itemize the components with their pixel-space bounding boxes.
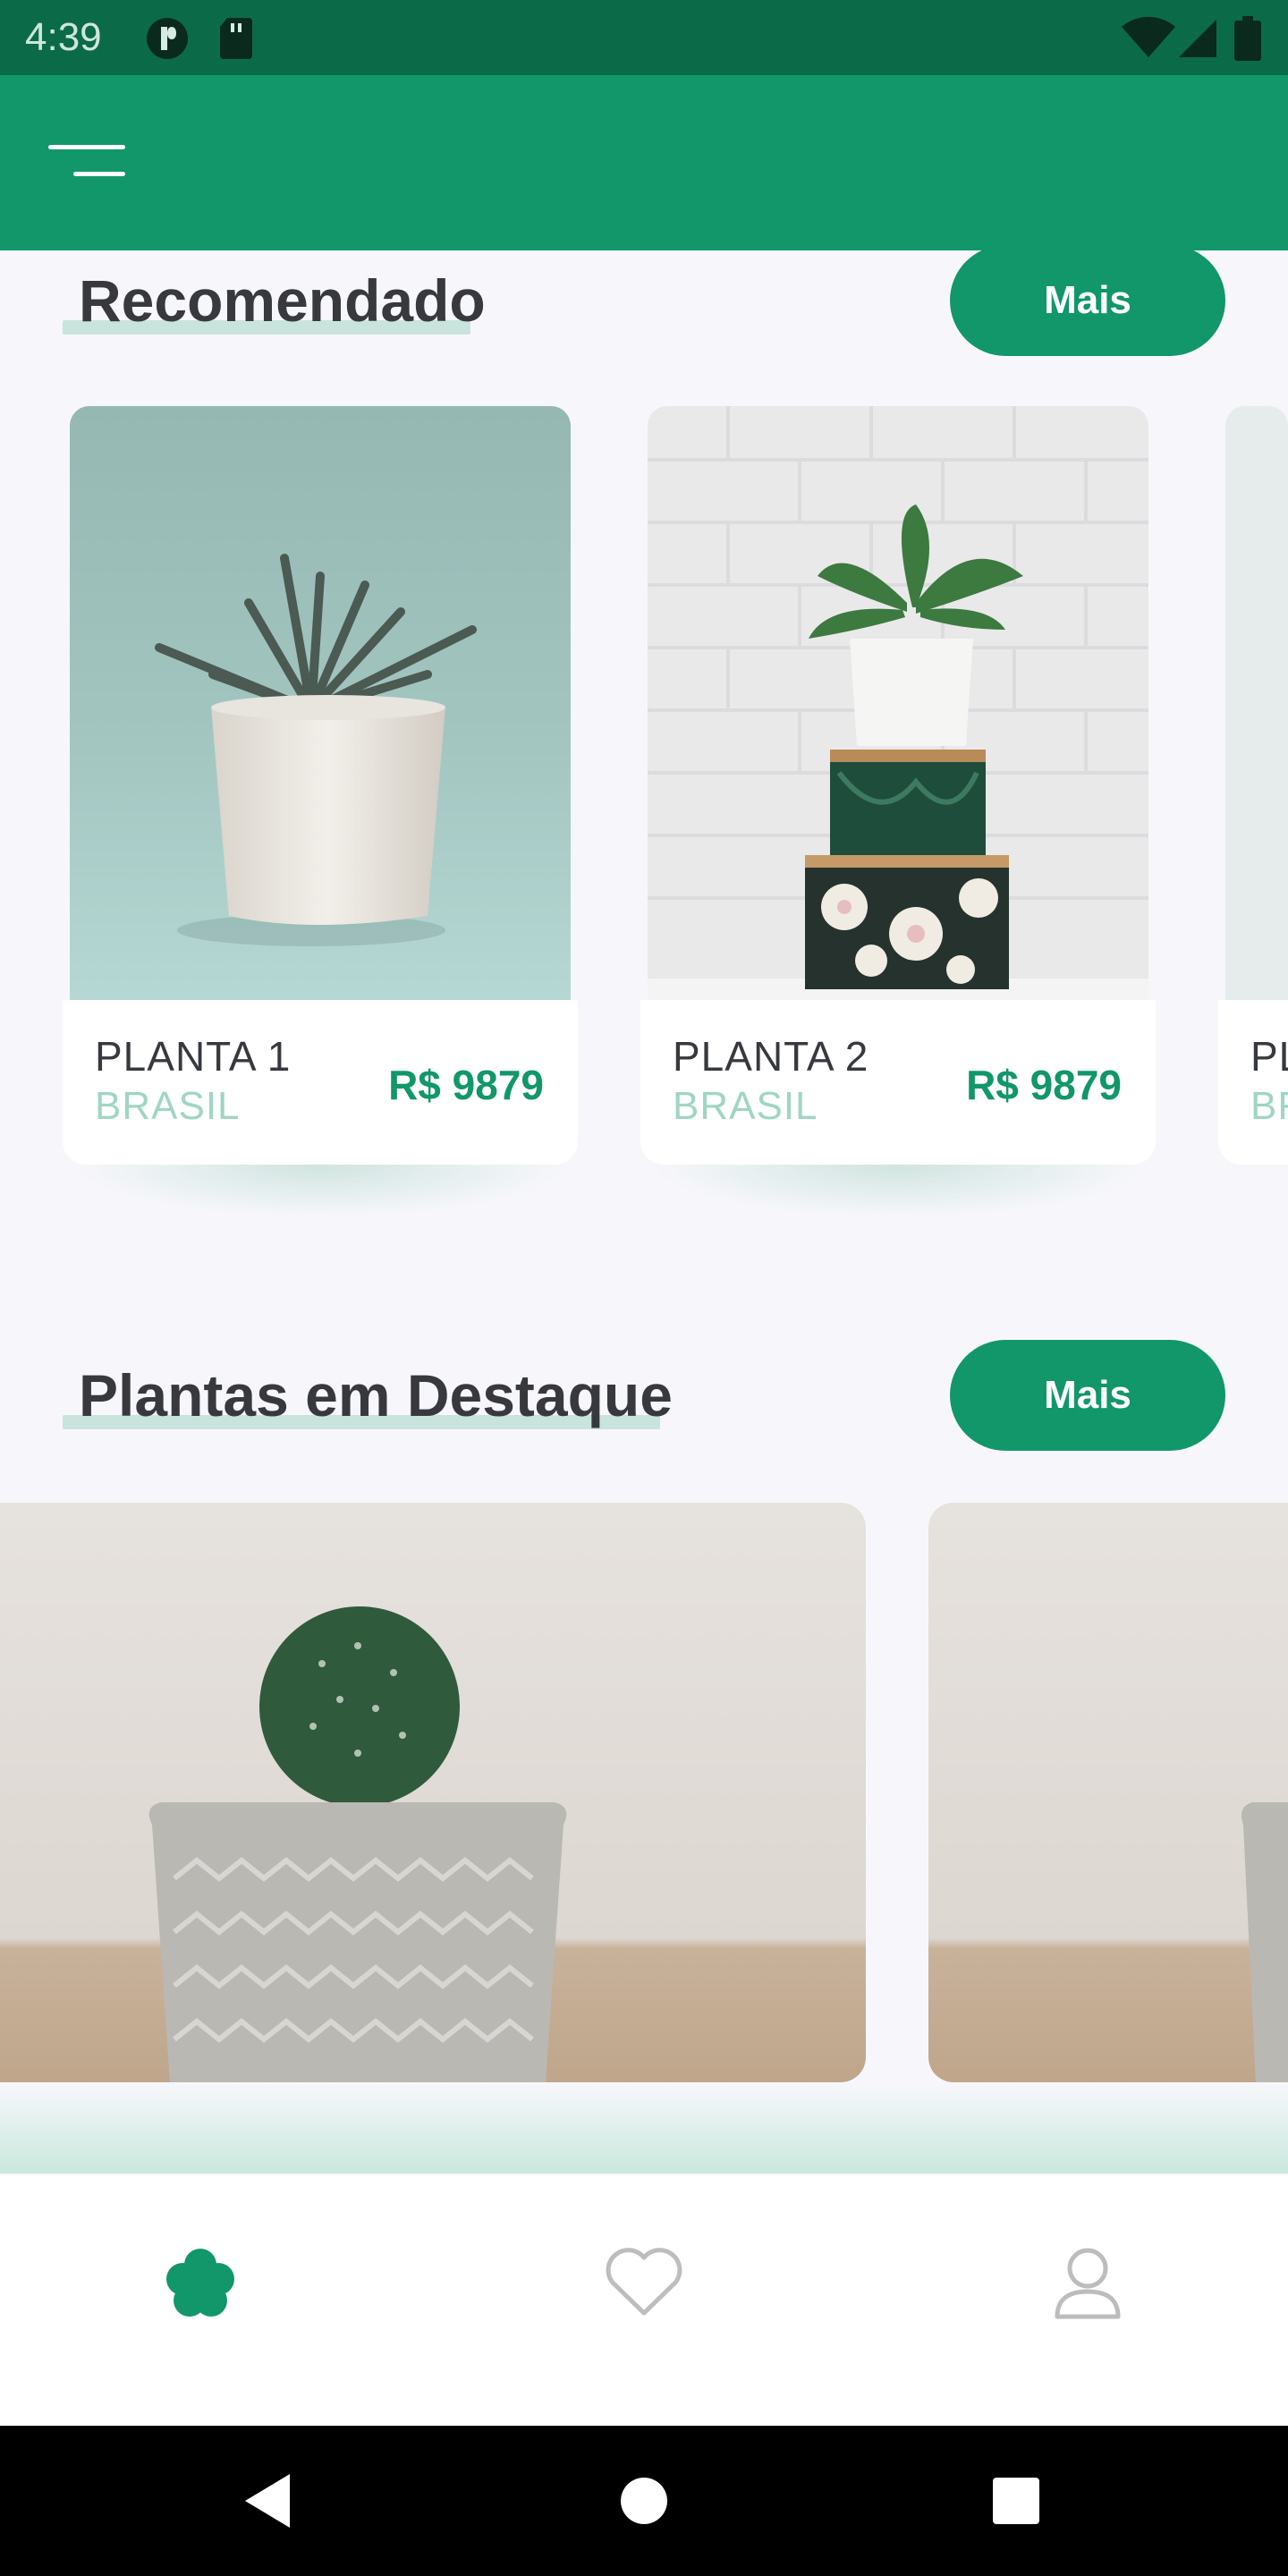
wifi-icon [1120, 16, 1177, 64]
sd-card-icon [218, 16, 254, 64]
heart-icon [606, 2248, 682, 2316]
featured-more-button[interactable]: Mais [950, 1340, 1225, 1451]
featured-image-2 [928, 1503, 1288, 2082]
nav-home[interactable] [147, 2229, 254, 2336]
recommended-title: Recomendado [79, 267, 486, 334]
product-card-1[interactable]: PLANTA 1 BRASIL R$ 9879 [63, 406, 578, 1218]
cell-signal-icon [1177, 16, 1218, 64]
menu-button[interactable] [36, 131, 143, 202]
featured-image-1 [0, 1503, 866, 2082]
app-bar [0, 75, 1288, 250]
featured-card-2[interactable] [928, 1503, 1288, 2082]
product-image-2 [648, 406, 1148, 1000]
nav-favorites[interactable] [590, 2229, 698, 2336]
product-country: BR [1250, 1084, 1288, 1128]
product-info-2: PLANTA 2 BRASIL R$ 9879 [640, 1000, 1156, 1165]
flower-icon [166, 2249, 234, 2317]
product-country: BRASIL [95, 1084, 241, 1128]
bottom-glow [0, 2084, 1288, 2174]
product-price: R$ 9879 [388, 1062, 544, 1108]
product-image-1 [70, 406, 571, 1000]
product-info-1: PLANTA 1 BRASIL R$ 9879 [63, 1000, 578, 1165]
status-time: 4:39 [25, 15, 102, 59]
home-button[interactable] [612, 2469, 676, 2533]
recents-button[interactable] [984, 2469, 1048, 2533]
back-icon [245, 2474, 290, 2528]
user-icon [1055, 2248, 1121, 2319]
featured-card-1[interactable] [0, 1503, 866, 2082]
product-price: R$ 9879 [966, 1062, 1122, 1108]
nav-profile[interactable] [1034, 2229, 1141, 2336]
product-name: PLANTA 2 [673, 1033, 869, 1080]
status-bar: 4:39 [0, 0, 1288, 75]
system-nav-bar [0, 2426, 1288, 2576]
product-name: PL [1250, 1033, 1288, 1080]
recents-icon [993, 2478, 1039, 2524]
product-name: PLANTA 1 [95, 1033, 292, 1080]
bottom-nav [0, 2175, 1288, 2426]
product-country: BRASIL [673, 1084, 818, 1128]
product-image-3 [1225, 406, 1288, 1000]
notification-icon [145, 16, 190, 65]
featured-title: Plantas em Destaque [79, 1362, 673, 1428]
product-info-3: PL BR [1218, 1000, 1288, 1165]
product-card-3[interactable]: PL BR [1218, 406, 1288, 1165]
back-button[interactable] [236, 2469, 301, 2533]
home-icon [621, 2478, 667, 2524]
battery-icon [1234, 16, 1261, 65]
product-card-2[interactable]: PLANTA 2 BRASIL R$ 9879 [640, 406, 1156, 1218]
recommended-more-button[interactable]: Mais [950, 245, 1225, 356]
